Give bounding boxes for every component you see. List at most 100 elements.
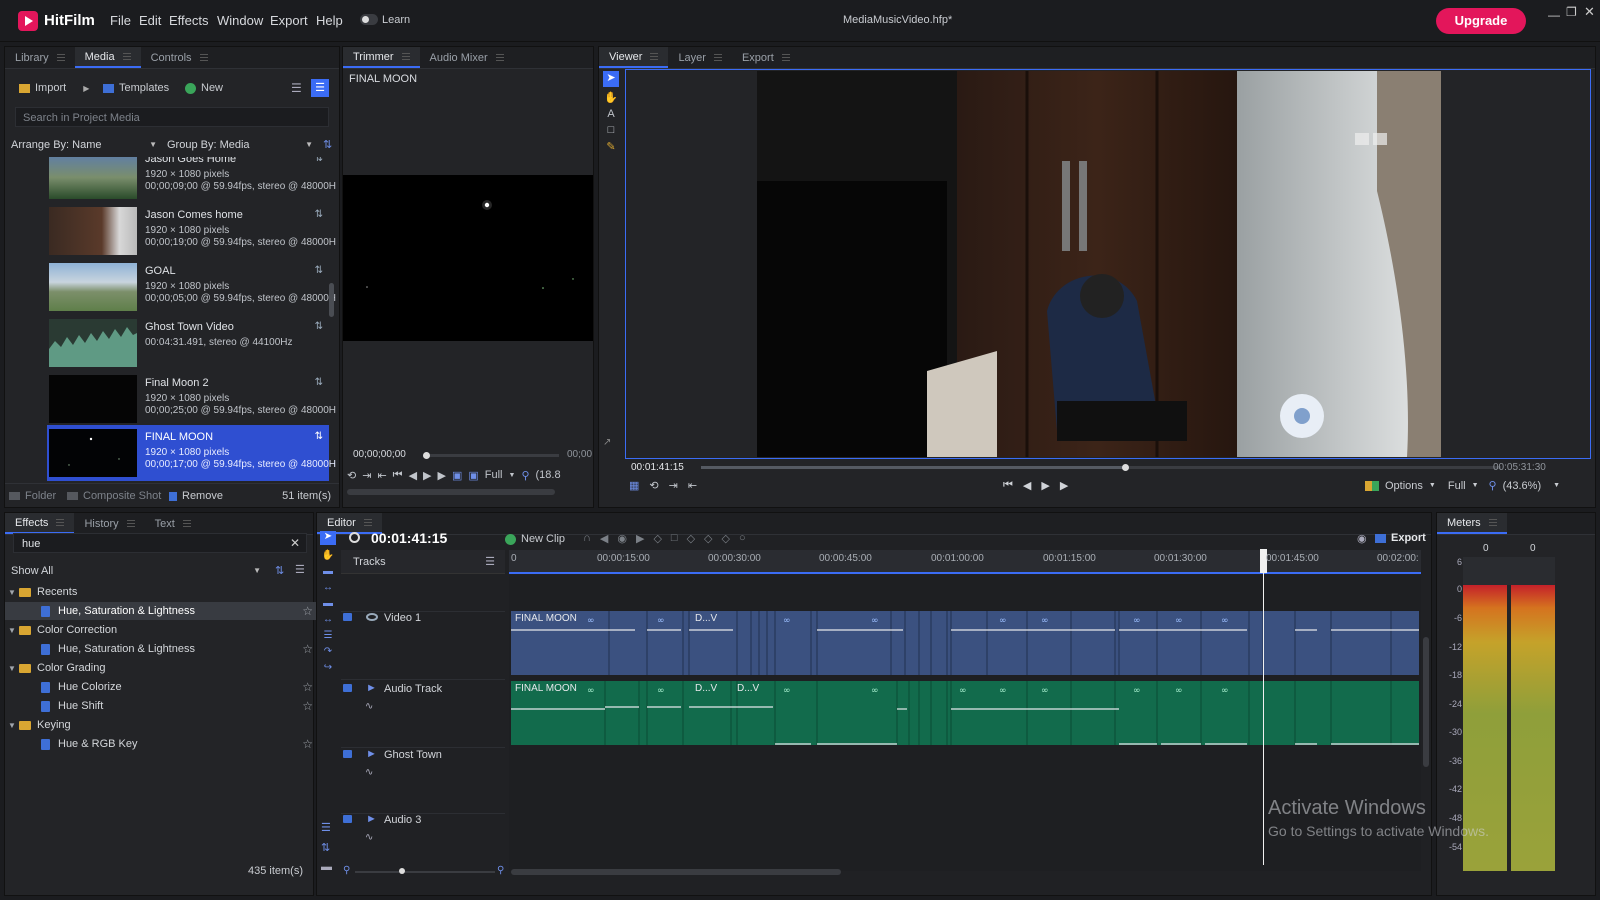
maximize-icon[interactable]: ❐ (1566, 5, 1577, 19)
slip-tool-icon[interactable]: ↔ (323, 582, 333, 593)
text-tool-icon[interactable]: A (607, 108, 614, 120)
tab-media[interactable]: Media (74, 47, 141, 68)
trimmer-quality[interactable]: Full (485, 469, 503, 481)
menu-edit[interactable]: Edit (139, 13, 161, 28)
favorite-star-icon[interactable]: ☆ (302, 604, 313, 618)
hand-tool-icon[interactable]: ✋ (322, 550, 334, 561)
viewer-quality[interactable]: Full (1448, 480, 1466, 492)
tree-effect[interactable]: Hue Colorize ☆ (5, 678, 321, 696)
mixer-icon[interactable]: ☰ (321, 821, 331, 834)
minimize-icon[interactable]: — (1548, 8, 1560, 22)
ripple-tool-icon[interactable]: ▬ (323, 598, 333, 609)
magnet-icon[interactable]: ∩ (583, 532, 591, 545)
remove-button[interactable]: Remove (169, 490, 223, 502)
media-item[interactable]: GOAL 1920 × 1080 pixels 00;00;05;00 @ 59… (49, 263, 336, 317)
zoom-slider[interactable] (355, 871, 495, 873)
fit-view-icon[interactable]: ▦ (629, 479, 639, 492)
keyframe-icon[interactable]: ◉ (617, 532, 627, 545)
editor-export-button[interactable]: Export (1375, 532, 1426, 544)
effects-filter-dropdown[interactable]: Show All ▼ (11, 565, 265, 581)
set-in-icon[interactable]: ▣ (452, 469, 462, 482)
skip-back-icon[interactable]: ⏮ (1003, 479, 1013, 492)
loop-icon[interactable]: ⟲ (649, 479, 658, 492)
media-scrollbar[interactable] (329, 283, 334, 317)
favorite-star-icon[interactable]: ☆ (302, 737, 313, 751)
media-item-selected[interactable]: FINAL MOON 1920 × 1080 pixels 00;00;17;0… (49, 429, 336, 483)
pen-tool-icon[interactable]: ✎ (606, 140, 615, 153)
menu-file[interactable]: File (110, 13, 131, 28)
diamond-icon[interactable]: ◇ (687, 532, 695, 545)
sort-icon[interactable]: ⇅ (323, 138, 332, 151)
prev-keyframe-icon[interactable]: ◀ (600, 532, 608, 545)
next-keyframe-icon[interactable]: ▶ (636, 532, 644, 545)
levels-icon[interactable]: ⇅ (321, 841, 330, 854)
timeline-hscroll[interactable] (511, 869, 841, 875)
step-back-icon[interactable]: ◀ (409, 469, 417, 482)
favorite-star-icon[interactable]: ☆ (302, 699, 313, 713)
tab-trimmer[interactable]: Trimmer (343, 47, 420, 68)
tree-folder-color-correction[interactable]: ▼ Color Correction (5, 621, 321, 639)
viewer-zoom[interactable]: (43.6%) (1503, 480, 1542, 492)
zoom-icon[interactable]: ⚲ (521, 469, 529, 482)
timeline-vscroll[interactable] (1423, 637, 1429, 767)
trimmer-hscroll[interactable] (347, 489, 555, 495)
waveform-icon[interactable]: ∿ (365, 832, 373, 843)
zoom-slider-handle[interactable] (399, 868, 405, 874)
tab-effects[interactable]: Effects (5, 513, 75, 534)
overlay-icon[interactable]: ⇤ (377, 469, 386, 482)
link-icon[interactable]: ↪ (324, 662, 332, 673)
speaker-icon[interactable]: ► (366, 682, 377, 694)
sort-icon[interactable]: ⇅ (275, 564, 284, 577)
loop-icon[interactable]: ⟲ (347, 469, 356, 482)
circle-icon[interactable]: ○ (739, 532, 746, 545)
media-item[interactable]: Final Moon 2 1920 × 1080 pixels 00;00;25… (49, 375, 336, 429)
tree-folder-recents[interactable]: ▼ Recents (5, 583, 321, 601)
effects-search-input[interactable]: hue ✕ (13, 533, 307, 553)
play-icon[interactable]: ▶ (438, 469, 446, 482)
diamond-icon[interactable]: ◇ (722, 532, 730, 545)
diamond-icon[interactable]: ◇ (653, 532, 661, 545)
track-name-video1[interactable]: Video 1 (384, 612, 546, 624)
waveform-icon[interactable]: ∿ (365, 701, 373, 712)
close-icon[interactable]: ✕ (1584, 4, 1595, 20)
zoom-out-icon[interactable]: ⚲ (343, 865, 350, 876)
new-folder-button[interactable]: Folder (9, 490, 56, 502)
tab-meters[interactable]: Meters (1437, 513, 1507, 534)
speaker-icon[interactable]: ► (366, 748, 377, 760)
step-forward-icon[interactable]: ▶ (1041, 479, 1049, 492)
effects-menu-icon[interactable]: ☰ (295, 563, 305, 576)
color-channels-icon[interactable] (1365, 480, 1379, 491)
skip-back-icon[interactable]: ⏮ (393, 469, 403, 482)
media-item[interactable]: Jason Goes Home 1920 × 1080 pixels 00;00… (49, 157, 336, 205)
menu-export[interactable]: Export (270, 13, 308, 28)
menu-effects[interactable]: Effects (169, 13, 209, 28)
options-dropdown[interactable]: Options (1385, 480, 1423, 492)
roll-tool-icon[interactable]: ↔ (323, 614, 333, 625)
media-search-input[interactable]: Search in Project Media (15, 107, 329, 127)
track-name-audio3[interactable]: Audio 3 (384, 814, 546, 826)
media-item[interactable]: Ghost Town Video 00:04:31.491, stereo @ … (49, 319, 331, 373)
track-name-ghost[interactable]: Ghost Town (384, 749, 546, 761)
timeline-hscroll-zoom[interactable]: ⚲ ⚲ (341, 865, 509, 879)
select-tool-icon[interactable]: ➤ (603, 71, 619, 87)
zoom-in-icon[interactable]: ⚲ (497, 865, 504, 876)
tab-controls[interactable]: Controls (141, 47, 218, 68)
tree-folder-keying[interactable]: ▼ Keying (5, 716, 321, 734)
lock-icon[interactable] (343, 815, 352, 823)
overlay-icon[interactable]: ⇤ (688, 479, 697, 492)
tab-viewer[interactable]: Viewer (599, 47, 669, 68)
slice-tool-icon[interactable]: ▬ (323, 566, 333, 577)
arrange-dropdown[interactable]: Arrange By: Name ▼ (11, 139, 159, 155)
tab-export-view[interactable]: Export (732, 47, 800, 68)
eye-icon[interactable] (366, 613, 378, 621)
rate-tool-icon[interactable]: ☰ (324, 630, 333, 641)
tab-audio-mixer[interactable]: Audio Mixer (420, 47, 514, 68)
group-dropdown[interactable]: Group By: Media ▼ (167, 139, 315, 155)
set-out-icon[interactable]: ▣ (468, 469, 478, 482)
speaker-icon[interactable]: ► (366, 813, 377, 825)
tree-effect[interactable]: Hue & RGB Key ☆ (5, 735, 321, 753)
favorite-star-icon[interactable]: ☆ (302, 642, 313, 656)
editor-timecode[interactable]: 00:01:41:15 (371, 530, 447, 546)
tab-library[interactable]: Library (5, 47, 75, 68)
import-button[interactable]: Import ▶ (19, 82, 89, 94)
